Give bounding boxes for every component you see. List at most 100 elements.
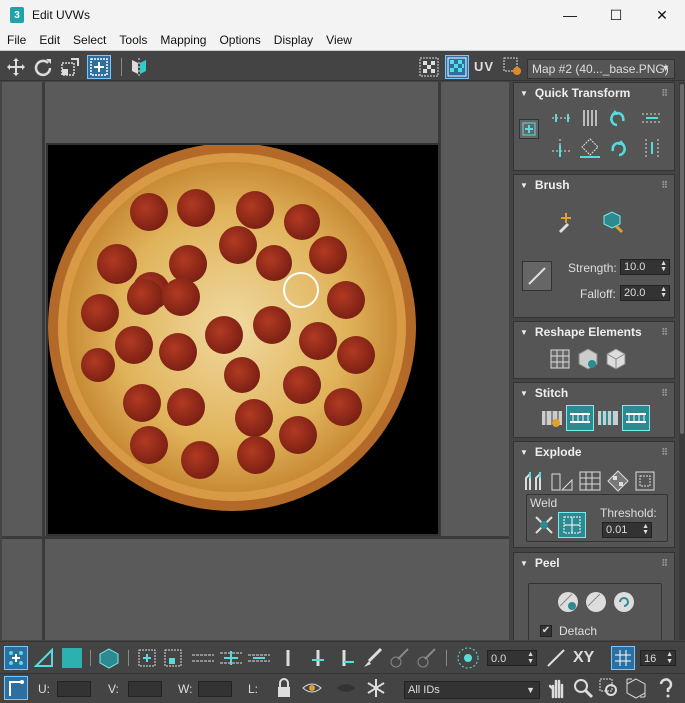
falloff-type-icon[interactable] <box>544 646 568 670</box>
weld-selected-icon[interactable] <box>530 512 558 538</box>
menu-edit[interactable]: Edit <box>32 33 66 47</box>
freeze-icon[interactable] <box>364 676 388 700</box>
w-field[interactable] <box>198 681 232 697</box>
align-corner-icon[interactable] <box>548 135 576 161</box>
zoom-extents-icon[interactable] <box>624 676 648 700</box>
straighten-icon[interactable] <box>576 135 604 161</box>
edge-mode-icon[interactable] <box>32 646 56 670</box>
relax-options-icon[interactable] <box>602 346 630 372</box>
scrollbar-thumb[interactable] <box>680 84 684 434</box>
map-dropdown[interactable]: Map #2 (40..._base.PNG) ▼ <box>527 59 675 79</box>
menu-file[interactable]: File <box>0 33 32 47</box>
flatten-by-smoothing-icon[interactable] <box>604 468 632 494</box>
vertex-mode-icon[interactable] <box>4 646 28 670</box>
lock-icon[interactable] <box>272 676 296 700</box>
brush-falloff-icon[interactable] <box>522 261 552 291</box>
brush-header[interactable]: ▼ Brush ⠿ <box>514 175 674 195</box>
freeform-icon[interactable] <box>87 55 111 79</box>
ring-icon[interactable] <box>276 646 300 670</box>
grow-loop-icon[interactable] <box>219 646 243 670</box>
spinner-arrows-icon[interactable]: ▲ ▼ <box>660 286 667 299</box>
menu-tools[interactable]: Tools <box>112 33 153 47</box>
zoom-region-icon[interactable] <box>597 676 621 700</box>
paint-select-icon[interactable] <box>360 646 384 670</box>
v-field[interactable] <box>128 681 162 697</box>
element-mode-icon[interactable] <box>97 646 121 670</box>
xy-label[interactable]: XY <box>573 649 594 667</box>
rotate-icon[interactable] <box>31 55 55 79</box>
reset-peel-icon[interactable] <box>610 589 638 615</box>
hide-icon[interactable] <box>334 676 358 700</box>
align-horizontal-icon[interactable] <box>548 105 576 131</box>
stitch-average-icon[interactable] <box>594 405 622 431</box>
loop-icon[interactable] <box>191 646 215 670</box>
stitch-to-source-icon[interactable] <box>566 405 594 431</box>
scale-icon[interactable] <box>58 55 82 79</box>
flatten-by-polygon-icon[interactable] <box>576 468 604 494</box>
spinner-arrows-icon[interactable]: ▲ ▼ <box>527 651 534 665</box>
soft-selection-falloff-field[interactable]: 0.0 ▲ ▼ <box>487 650 537 666</box>
material-ids-dropdown[interactable]: All IDs ▼ <box>404 681 540 699</box>
grow-ring-icon[interactable] <box>306 646 330 670</box>
stitch-header[interactable]: ▼ Stitch ⠿ <box>514 383 674 403</box>
mirror-icon[interactable] <box>127 55 151 79</box>
threshold-spinner[interactable]: 0.01 ▲ ▼ <box>602 522 652 538</box>
menu-options[interactable]: Options <box>212 33 266 47</box>
close-button[interactable]: ✕ <box>639 0 685 30</box>
stitch-to-target-icon[interactable] <box>622 405 650 431</box>
grid-size-field[interactable]: 16 ▲ ▼ <box>640 650 676 666</box>
move-icon[interactable] <box>4 55 28 79</box>
absolute-offset-icon[interactable] <box>4 676 28 700</box>
menu-select[interactable]: Select <box>66 33 112 47</box>
grid-snap-icon[interactable] <box>611 646 635 670</box>
spinner-arrows-icon[interactable]: ▲ ▼ <box>642 523 649 536</box>
shrink-loop-icon[interactable] <box>247 646 271 670</box>
rotate-ccw-icon[interactable] <box>604 105 632 131</box>
explode-header[interactable]: ▼ Explode ⠿ <box>514 442 674 462</box>
minimize-button[interactable]: — <box>547 0 593 30</box>
maximize-button[interactable]: ☐ <box>593 0 639 30</box>
u-field[interactable] <box>57 681 91 697</box>
uv-viewport[interactable] <box>2 82 509 640</box>
soft-selection-icon[interactable] <box>456 646 480 670</box>
paint-grow-icon[interactable] <box>387 646 411 670</box>
checker-icon[interactable] <box>417 55 441 79</box>
shrink-selection-icon[interactable] <box>161 646 185 670</box>
zoom-icon[interactable] <box>571 676 595 700</box>
flatten-by-material-icon[interactable] <box>632 468 660 494</box>
stitch-custom-icon[interactable] <box>538 405 566 431</box>
paint-shrink-icon[interactable] <box>414 646 438 670</box>
weld-target-icon[interactable] <box>558 512 586 538</box>
falloff-spinner[interactable]: 20.0 ▲ ▼ <box>620 285 670 301</box>
menu-view[interactable]: View <box>319 33 358 47</box>
menu-mapping[interactable]: Mapping <box>153 33 212 47</box>
face-mode-icon[interactable] <box>60 646 84 670</box>
pan-icon[interactable] <box>545 676 569 700</box>
rotate-cw-icon[interactable] <box>604 135 632 161</box>
paint-move-icon[interactable] <box>552 209 580 235</box>
break-icon[interactable] <box>520 468 548 494</box>
quick-transform-header[interactable]: ▼ Quick Transform ⠿ <box>514 83 674 103</box>
space-vertical-icon[interactable] <box>638 135 666 161</box>
help-icon[interactable] <box>654 676 678 700</box>
eye-icon[interactable] <box>300 676 324 700</box>
align-vertical-icon[interactable] <box>576 105 604 131</box>
reshape-elements-header[interactable]: ▼ Reshape Elements ⠿ <box>514 322 674 342</box>
peel-header[interactable]: ▼ Peel ⠿ <box>514 553 674 573</box>
spinner-arrows-icon[interactable]: ▲ ▼ <box>660 260 667 273</box>
straighten-selection-icon[interactable] <box>546 346 574 372</box>
map-settings-icon[interactable] <box>501 55 525 79</box>
peel-mode-icon[interactable] <box>582 589 610 615</box>
relax-icon[interactable] <box>574 346 602 372</box>
relax-brush-icon[interactable] <box>598 209 626 235</box>
set-pivot-icon[interactable] <box>519 119 539 139</box>
spinner-arrows-icon[interactable]: ▲ ▼ <box>666 651 673 665</box>
strength-spinner[interactable]: 10.0 ▲ ▼ <box>620 259 670 275</box>
space-horizontal-icon[interactable] <box>638 105 666 131</box>
detach-checkbox[interactable]: ✔ <box>540 625 552 637</box>
grow-selection-icon[interactable] <box>135 646 159 670</box>
shrink-ring-icon[interactable] <box>334 646 358 670</box>
show-map-icon[interactable] <box>445 55 469 79</box>
menu-display[interactable]: Display <box>267 33 319 47</box>
detach-edge-icon[interactable] <box>548 468 576 494</box>
